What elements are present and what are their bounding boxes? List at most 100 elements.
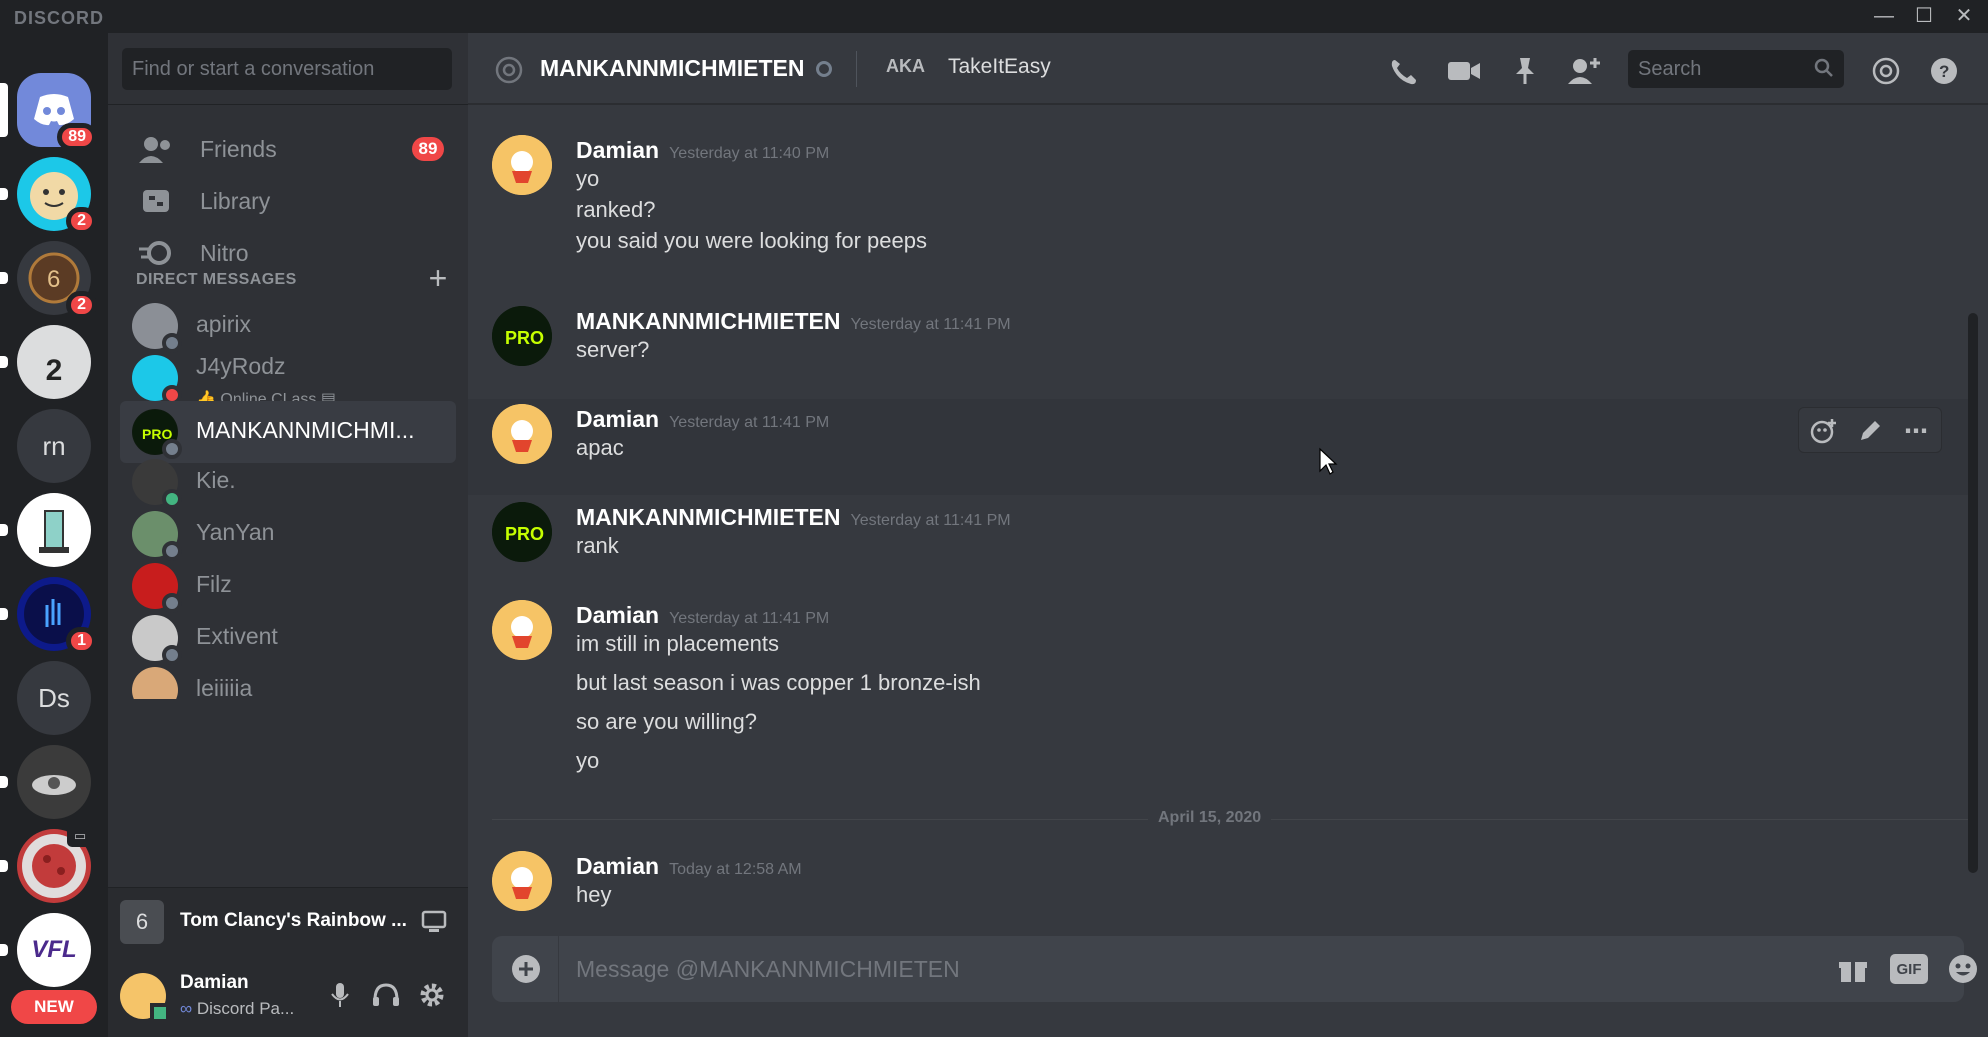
dm-sidebar: Find or start a conversation Friends 89 … <box>108 33 468 1037</box>
minimize-button[interactable]: — <box>1864 0 1904 33</box>
friends-badge: 89 <box>412 137 444 161</box>
add-reaction-icon[interactable] <box>1809 416 1839 446</box>
help-icon[interactable]: ? <box>1924 51 1964 91</box>
message-avatar[interactable] <box>492 404 552 464</box>
nav-library-label: Library <box>200 187 271 214</box>
dm-name: Kie. <box>196 467 236 493</box>
close-button[interactable]: ✕ <box>1944 0 1984 33</box>
message-text: apac <box>576 435 624 460</box>
user-panel: Damian ∞ Discord Pa... <box>108 955 468 1037</box>
server-cartoon[interactable] <box>0 493 91 567</box>
message-avatar[interactable] <box>492 600 552 660</box>
dm-name: J4yRodz <box>196 353 286 379</box>
gift-icon[interactable] <box>1836 952 1870 986</box>
nav-friends-label: Friends <box>200 135 277 162</box>
server-rn[interactable]: rn <box>17 409 91 483</box>
message-avatar[interactable]: PRO <box>492 306 552 366</box>
message-author[interactable]: Damian Yesterday at 11:41 PM <box>576 602 829 629</box>
headphones-icon[interactable] <box>370 979 402 1011</box>
infinity-icon: ∞ <box>180 999 193 1018</box>
message-avatar[interactable] <box>492 851 552 911</box>
nav-library[interactable]: Library <box>120 173 456 229</box>
server-virus[interactable]: ▭ <box>0 825 93 903</box>
server-car[interactable] <box>0 745 91 819</box>
new-unreads-badge[interactable]: NEW <box>11 990 97 1024</box>
message-author[interactable]: Damian Yesterday at 11:41 PM <box>576 406 829 433</box>
home-button[interactable]: 89 <box>0 73 97 151</box>
message-text: ranked? <box>576 197 656 222</box>
message-text: yo <box>576 748 600 773</box>
message-text: but last season i was copper 1 bronze-is… <box>576 670 981 695</box>
server-ds[interactable]: Ds <box>17 661 91 735</box>
server-vfl-label: VFL <box>31 936 77 963</box>
maximize-button[interactable]: ☐ <box>1904 0 1944 33</box>
chat-scrollbar[interactable] <box>1968 313 1978 873</box>
gif-button[interactable]: GIF <box>1890 954 1928 984</box>
dm-name: Filz <box>196 571 232 597</box>
activity-game-name: Tom Clancy's Rainbow ... <box>180 910 407 931</box>
message-input[interactable]: Message @MANKANNMICHMIETEN <box>576 956 960 983</box>
friends-icon <box>136 129 176 169</box>
message-text: hey <box>576 882 612 907</box>
dm-item[interactable]: leiiiiia <box>120 659 456 699</box>
divider <box>108 104 468 105</box>
dm-item[interactable]: J4yRodz 👍 Online CLass ▤ <box>120 347 456 409</box>
dm-header: DIRECT MESSAGES <box>136 271 297 288</box>
message-avatar[interactable] <box>492 135 552 195</box>
message-text: server? <box>576 337 650 362</box>
server-badge: 2 <box>66 207 97 235</box>
message-timestamp: Yesterday at 11:41 PM <box>850 316 1011 333</box>
message-author[interactable]: MANKANNMICHMIETEN Yesterday at 11:41 PM <box>576 308 1011 335</box>
message-author[interactable]: Damian Yesterday at 11:40 PM <box>576 137 829 164</box>
settings-gear-icon[interactable] <box>416 979 448 1011</box>
microphone-icon[interactable] <box>324 979 356 1011</box>
server-y2-label: 2 <box>45 354 63 387</box>
status-online-icon <box>150 1003 170 1023</box>
edit-pencil-icon[interactable] <box>1855 416 1885 446</box>
message-author[interactable]: Damian Today at 12:58 AM <box>576 853 802 880</box>
svg-text:PRO: PRO <box>505 524 544 544</box>
message-timestamp: Today at 12:58 AM <box>669 861 802 878</box>
server-badge: 2 <box>66 291 97 319</box>
status-offline-icon <box>816 61 832 77</box>
emoji-icon[interactable] <box>1946 952 1980 986</box>
game-icon: 6 <box>120 900 164 944</box>
stream-icon[interactable] <box>418 906 452 936</box>
at-icon <box>492 53 526 87</box>
unread-indicator <box>0 356 8 368</box>
voice-call-icon[interactable] <box>1384 51 1424 91</box>
message-avatar[interactable]: PRO <box>492 502 552 562</box>
unread-indicator <box>0 188 8 200</box>
more-options-icon[interactable]: ⋯ <box>1901 416 1931 446</box>
header-search-input[interactable]: Search <box>1628 50 1844 88</box>
add-friend-to-dm-icon[interactable] <box>1564 51 1604 91</box>
message-text: yo <box>576 166 600 191</box>
server-rail: 89 2 6 2 2 rn 1 Ds ▭ VFL NEW <box>0 33 108 1037</box>
message-author[interactable]: MANKANNMICHMIETEN Yesterday at 11:41 PM <box>576 504 1011 531</box>
app-brand: DISCORD <box>14 8 105 28</box>
server-vfl[interactable]: VFL <box>0 913 91 987</box>
server-rn-label: rn <box>42 430 66 461</box>
user-name: Damian <box>180 972 249 993</box>
nav-friends[interactable]: Friends 89 <box>120 121 456 177</box>
find-conversation-input[interactable]: Find or start a conversation <box>122 48 452 90</box>
server-rainbow[interactable]: 6 2 <box>0 241 97 319</box>
pin-icon[interactable] <box>1504 51 1544 91</box>
activity-panel: 6 Tom Clancy's Rainbow ... <box>108 887 468 955</box>
server-y2[interactable]: 2 <box>0 325 91 399</box>
dm-name: MANKANNMICHMI... <box>196 417 415 443</box>
message-composer[interactable]: Message @MANKANNMICHMIETEN GIF <box>492 936 1977 1002</box>
svg-text:6: 6 <box>47 266 60 293</box>
unread-indicator <box>0 944 8 956</box>
video-call-icon[interactable] <box>1444 51 1484 91</box>
selected-indicator <box>0 83 8 137</box>
mentions-icon[interactable] <box>1866 51 1906 91</box>
create-dm-button[interactable]: + <box>418 258 458 298</box>
svg-text:PRO: PRO <box>505 328 544 348</box>
unread-indicator <box>0 608 8 620</box>
car-icon <box>17 745 91 819</box>
server-badge: 1 <box>66 627 97 655</box>
upload-plus-icon[interactable] <box>510 953 542 985</box>
server-blue[interactable]: 1 <box>0 577 97 655</box>
server-smiley[interactable]: 2 <box>0 157 97 235</box>
